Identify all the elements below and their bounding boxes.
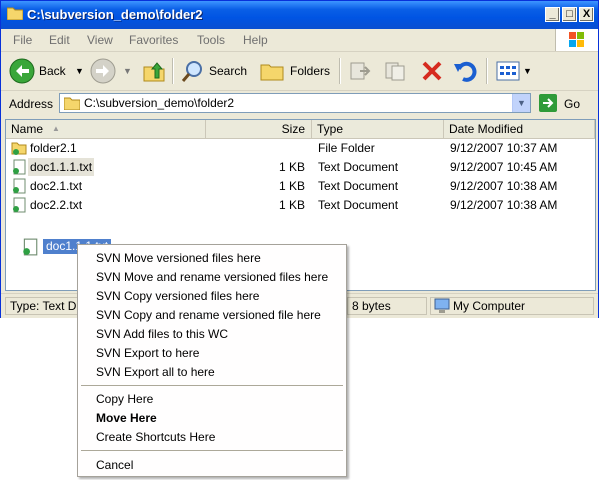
file-size <box>206 139 305 157</box>
forward-dropdown-icon[interactable]: ▼ <box>123 66 132 76</box>
address-label: Address <box>9 97 54 111</box>
maximize-button[interactable]: □ <box>562 7 577 22</box>
menu-item-copy-here[interactable]: Copy Here <box>96 392 153 406</box>
toolbar-separator <box>339 58 341 84</box>
drag-context-menu: SVN Move versioned files here SVN Move a… <box>77 244 347 477</box>
svn-file-icon <box>13 178 26 194</box>
go-button[interactable]: Go <box>564 97 580 111</box>
file-size: 1 KB <box>278 179 305 193</box>
column-type[interactable]: Type <box>312 120 444 138</box>
folder-icon <box>64 97 80 110</box>
search-button[interactable]: Search <box>209 64 247 78</box>
windows-logo-icon <box>555 29 598 51</box>
status-size: 8 bytes <box>347 297 427 315</box>
copy-to-icon[interactable] <box>383 60 407 82</box>
svn-file-icon <box>13 159 26 175</box>
title-bar[interactable]: C:\subversion_demo\folder2 _ □ X <box>1 1 598 29</box>
file-type: File Folder <box>318 141 375 155</box>
menu-bar: File Edit View Favorites Tools Help <box>1 29 598 52</box>
search-icon[interactable] <box>181 60 205 84</box>
file-size: 1 KB <box>278 198 305 212</box>
toolbar-separator <box>172 58 174 84</box>
file-date: 9/12/2007 10:38 AM <box>450 179 558 193</box>
file-name: doc2.1.txt <box>30 179 83 193</box>
file-type: Text Document <box>318 160 399 174</box>
table-row[interactable]: doc2.1.txt 1 KB Text Document 9/12/2007 … <box>6 177 595 195</box>
svn-folder-icon <box>11 142 27 155</box>
up-folder-icon[interactable] <box>141 58 167 84</box>
menu-item-svn-move-rename[interactable]: SVN Move and rename versioned files here <box>96 270 328 284</box>
status-zone-text: My Computer <box>453 299 526 313</box>
menu-item-svn-move[interactable]: SVN Move versioned files here <box>96 251 261 265</box>
undo-icon[interactable] <box>453 60 477 82</box>
column-size[interactable]: Size <box>206 120 312 138</box>
menu-separator <box>81 385 343 386</box>
svn-file-icon <box>13 197 26 213</box>
views-icon[interactable] <box>496 61 520 81</box>
back-dropdown-icon[interactable]: ▼ <box>75 66 84 76</box>
file-name: doc2.2.txt <box>30 198 83 212</box>
file-date: 9/12/2007 10:38 AM <box>450 198 558 212</box>
file-name: folder2.1 <box>30 141 77 155</box>
menu-item-svn-export[interactable]: SVN Export to here <box>96 346 199 360</box>
delete-icon[interactable] <box>420 60 444 82</box>
toolbar-separator <box>486 58 488 84</box>
back-button[interactable]: Back <box>39 64 66 78</box>
address-path: C:\subversion_demo\folder2 <box>84 96 235 110</box>
address-bar: Address C:\subversion_demo\folder2 ▼ Go <box>1 91 598 117</box>
file-type: Text Document <box>318 198 399 212</box>
forward-arrow-icon[interactable] <box>90 58 116 84</box>
menu-item-svn-add[interactable]: SVN Add files to this WC <box>96 327 228 341</box>
column-date[interactable]: Date Modified <box>444 120 595 138</box>
address-dropdown-icon[interactable]: ▼ <box>512 94 530 112</box>
menu-help[interactable]: Help <box>243 33 268 47</box>
views-dropdown-icon[interactable]: ▼ <box>523 66 532 76</box>
folder-icon <box>7 7 23 20</box>
menu-item-cancel[interactable]: Cancel <box>96 458 133 472</box>
go-arrow-icon[interactable] <box>539 94 557 112</box>
minimize-button[interactable]: _ <box>545 7 560 22</box>
column-name[interactable]: Name ▲ <box>6 120 206 138</box>
status-text: Type: Text D <box>5 297 79 315</box>
folders-button[interactable]: Folders <box>290 64 330 78</box>
menu-tools[interactable]: Tools <box>197 33 225 47</box>
computer-icon <box>434 298 450 313</box>
file-type: Text Document <box>318 179 399 193</box>
table-row[interactable]: doc1.1.1.txt 1 KB Text Document 9/12/200… <box>6 158 595 176</box>
toolbar: Back ▼ ▼ Search Folders ▼ <box>1 52 598 91</box>
file-date: 9/12/2007 10:45 AM <box>450 160 558 174</box>
move-to-icon[interactable] <box>348 60 372 82</box>
menu-item-svn-copy-rename[interactable]: SVN Copy and rename versioned file here <box>96 308 321 322</box>
menu-favorites[interactable]: Favorites <box>129 33 178 47</box>
window-title: C:\subversion_demo\folder2 <box>27 7 203 22</box>
column-header-row: Name ▲ Size Type Date Modified <box>6 120 595 139</box>
menu-item-svn-export-all[interactable]: SVN Export all to here <box>96 365 215 379</box>
menu-file[interactable]: File <box>13 33 32 47</box>
status-zone: My Computer <box>430 297 594 315</box>
folders-icon[interactable] <box>259 60 285 82</box>
status-size-text: 8 bytes <box>352 299 391 313</box>
menu-view[interactable]: View <box>87 33 113 47</box>
close-button[interactable]: X <box>579 7 594 22</box>
menu-item-create-shortcuts[interactable]: Create Shortcuts Here <box>96 430 215 444</box>
svn-file-icon <box>23 238 38 256</box>
column-name-label: Name <box>11 122 44 136</box>
back-arrow-icon[interactable] <box>9 58 35 84</box>
file-name: doc1.1.1.txt <box>28 158 95 176</box>
table-row[interactable]: doc2.2.txt 1 KB Text Document 9/12/2007 … <box>6 196 595 214</box>
file-size: 1 KB <box>278 160 305 174</box>
address-field[interactable]: C:\subversion_demo\folder2 ▼ <box>59 93 531 113</box>
sort-up-icon: ▲ <box>52 124 60 133</box>
file-date: 9/12/2007 10:37 AM <box>450 141 558 155</box>
menu-separator <box>81 450 343 451</box>
menu-item-svn-copy[interactable]: SVN Copy versioned files here <box>96 289 259 303</box>
menu-item-move-here[interactable]: Move Here <box>96 411 157 425</box>
menu-edit[interactable]: Edit <box>49 33 70 47</box>
table-row[interactable]: folder2.1 File Folder 9/12/2007 10:37 AM <box>6 139 595 157</box>
